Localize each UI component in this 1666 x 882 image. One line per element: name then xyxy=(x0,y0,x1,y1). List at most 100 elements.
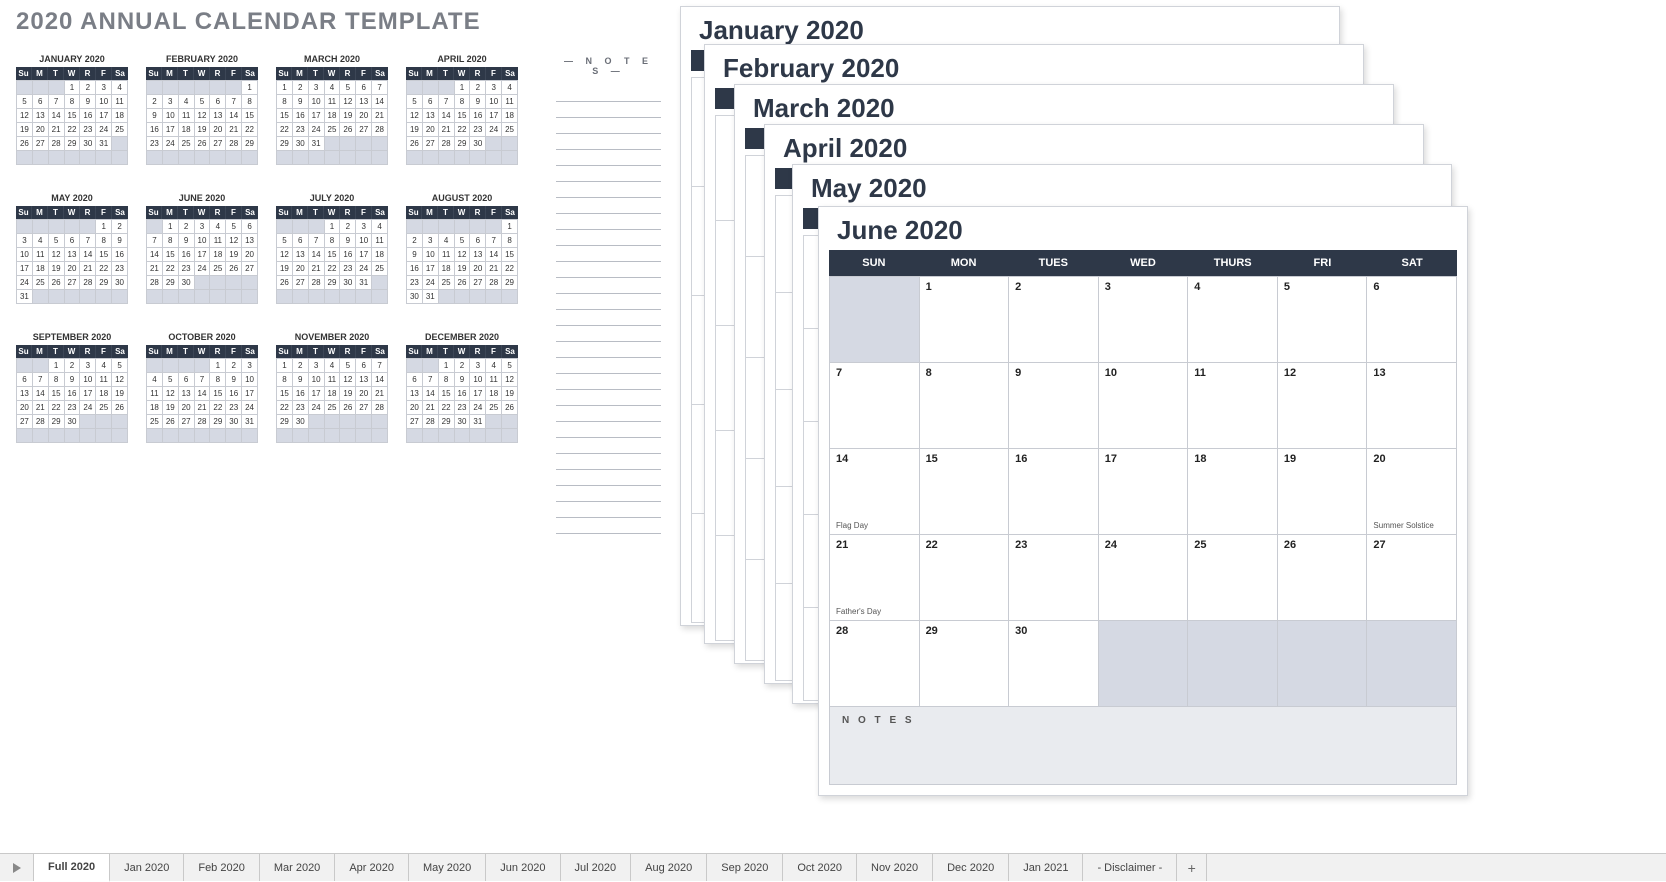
day-cell[interactable]: 30 xyxy=(1009,621,1099,707)
sheet-tab[interactable]: May 2020 xyxy=(409,854,486,881)
month-notes[interactable]: N O T E S xyxy=(829,707,1457,785)
mini-month-title: AUGUST 2020 xyxy=(406,193,518,203)
sheet-tab[interactable]: - Disclaimer - xyxy=(1083,854,1177,881)
mini-month: JUNE 2020SuMTWRFSa1234567891011121314151… xyxy=(146,193,258,304)
day-cell[interactable]: 10 xyxy=(1099,363,1189,449)
day-cell[interactable]: 23 xyxy=(1009,535,1099,621)
mini-month-header: SuMTWRFSa xyxy=(276,206,388,219)
month-page-title: May 2020 xyxy=(793,165,1451,208)
day-cell[interactable]: 8 xyxy=(920,363,1010,449)
mini-month-title: JANUARY 2020 xyxy=(16,54,128,64)
day-cell[interactable]: 25 xyxy=(1188,535,1278,621)
mini-month-header: SuMTWRFSa xyxy=(406,345,518,358)
mini-month: MARCH 2020SuMTWRFSa123456789101112131415… xyxy=(276,54,388,165)
day-cell xyxy=(1188,621,1278,707)
mini-month: FEBRUARY 2020SuMTWRFSa123456789101112131… xyxy=(146,54,258,165)
day-cell[interactable]: 12 xyxy=(1278,363,1368,449)
month-page-front: June 2020SUNMONTUESWEDTHURSFRISAT1234567… xyxy=(818,206,1468,796)
sheet-tab[interactable]: Dec 2020 xyxy=(933,854,1009,881)
mini-month-header: SuMTWRFSa xyxy=(146,206,258,219)
day-number: 7 xyxy=(836,367,913,379)
mini-month-header: SuMTWRFSa xyxy=(16,206,128,219)
day-cell[interactable]: 5 xyxy=(1278,277,1368,363)
day-number: 24 xyxy=(1105,539,1182,551)
triangle-right-icon xyxy=(13,863,21,873)
day-cell[interactable]: 26 xyxy=(1278,535,1368,621)
day-cell[interactable]: 20Summer Solstice xyxy=(1367,449,1457,535)
sheet-tab-bar: Full 2020Jan 2020Feb 2020Mar 2020Apr 202… xyxy=(0,853,1666,881)
day-number: 16 xyxy=(1015,453,1092,465)
day-cell[interactable]: 9 xyxy=(1009,363,1099,449)
mini-month-body: 1234567891011121314151617181920212223242… xyxy=(16,219,128,304)
sheet-tab[interactable]: Jan 2021 xyxy=(1009,854,1083,881)
day-cell[interactable]: 19 xyxy=(1278,449,1368,535)
day-number: 30 xyxy=(1015,625,1092,637)
mini-month-title: OCTOBER 2020 xyxy=(146,332,258,342)
sheet-tab[interactable]: Feb 2020 xyxy=(184,854,259,881)
add-sheet-button[interactable]: + xyxy=(1177,854,1207,881)
mini-month-body: 1234567891011121314151617181920212223242… xyxy=(406,80,518,165)
sheet-tab[interactable]: Apr 2020 xyxy=(335,854,409,881)
day-cell[interactable]: 16 xyxy=(1009,449,1099,535)
day-cell[interactable]: 28 xyxy=(830,621,920,707)
sheet-tab[interactable]: Jun 2020 xyxy=(486,854,560,881)
sheet-tabs: Full 2020Jan 2020Feb 2020Mar 2020Apr 202… xyxy=(34,854,1177,881)
day-cell[interactable]: 4 xyxy=(1188,277,1278,363)
day-cell[interactable]: 11 xyxy=(1188,363,1278,449)
day-cell[interactable]: 17 xyxy=(1099,449,1189,535)
day-cell[interactable]: 22 xyxy=(920,535,1010,621)
sheet-tab[interactable]: Aug 2020 xyxy=(631,854,707,881)
mini-month-title: JULY 2020 xyxy=(276,193,388,203)
notes-lines[interactable] xyxy=(556,86,661,536)
mini-month-title: FEBRUARY 2020 xyxy=(146,54,258,64)
sheet-tab[interactable]: Nov 2020 xyxy=(857,854,933,881)
day-cell[interactable]: 15 xyxy=(920,449,1010,535)
month-page-stack: January 2020SUNMONTUESWEDTHURSFRISATFebr… xyxy=(680,6,1650,836)
mini-month-header: SuMTWRFSa xyxy=(16,67,128,80)
day-number: 5 xyxy=(1284,281,1361,293)
sheet-tab[interactable]: Oct 2020 xyxy=(783,854,857,881)
day-number: 13 xyxy=(1373,367,1450,379)
day-cell[interactable]: 21Father's Day xyxy=(830,535,920,621)
notes-heading: — N O T E S — xyxy=(556,56,661,76)
sheet-tab[interactable]: Jan 2020 xyxy=(110,854,184,881)
day-cell[interactable]: 3 xyxy=(1099,277,1189,363)
sheet-tab[interactable]: Full 2020 xyxy=(34,854,110,882)
mini-month-header: SuMTWRFSa xyxy=(276,345,388,358)
mini-month-body: 1234567891011121314151617181920212223242… xyxy=(406,358,518,443)
day-cell[interactable]: 6 xyxy=(1367,277,1457,363)
mini-month-title: APRIL 2020 xyxy=(406,54,518,64)
day-cell[interactable]: 7 xyxy=(830,363,920,449)
day-number: 15 xyxy=(926,453,1003,465)
day-event: Father's Day xyxy=(836,607,913,616)
sheet-tab[interactable]: Sep 2020 xyxy=(707,854,783,881)
day-cell[interactable]: 27 xyxy=(1367,535,1457,621)
month-page-title: March 2020 xyxy=(735,85,1393,128)
mini-month-body: 1234567891011121314151617181920212223242… xyxy=(406,219,518,304)
day-cell[interactable]: 2 xyxy=(1009,277,1099,363)
mini-month-header: SuMTWRFSa xyxy=(16,345,128,358)
sheet-tab[interactable]: Mar 2020 xyxy=(260,854,335,881)
day-cell[interactable]: 1 xyxy=(920,277,1010,363)
month-grid: 1234567891011121314Flag Day151617181920S… xyxy=(829,276,1457,707)
mini-month-header: SuMTWRFSa xyxy=(276,67,388,80)
day-number: 26 xyxy=(1284,539,1361,551)
month-page-title: June 2020 xyxy=(819,207,1467,250)
mini-month: MAY 2020SuMTWRFSa12345678910111213141516… xyxy=(16,193,128,304)
day-cell[interactable]: 24 xyxy=(1099,535,1189,621)
mini-month: OCTOBER 2020SuMTWRFSa1234567891011121314… xyxy=(146,332,258,443)
day-cell[interactable]: 18 xyxy=(1188,449,1278,535)
day-cell[interactable]: 13 xyxy=(1367,363,1457,449)
day-number: 23 xyxy=(1015,539,1092,551)
day-number: 17 xyxy=(1105,453,1182,465)
mini-month-title: SEPTEMBER 2020 xyxy=(16,332,128,342)
day-cell[interactable]: 29 xyxy=(920,621,1010,707)
mini-month-body: 1234567891011121314151617181920212223242… xyxy=(276,358,388,443)
mini-month: AUGUST 2020SuMTWRFSa12345678910111213141… xyxy=(406,193,518,304)
mini-month-title: MARCH 2020 xyxy=(276,54,388,64)
sheet-nav-prev[interactable] xyxy=(0,854,34,881)
day-number: 4 xyxy=(1194,281,1271,293)
day-cell[interactable]: 14Flag Day xyxy=(830,449,920,535)
sheet-tab[interactable]: Jul 2020 xyxy=(561,854,632,881)
day-cell xyxy=(1367,621,1457,707)
